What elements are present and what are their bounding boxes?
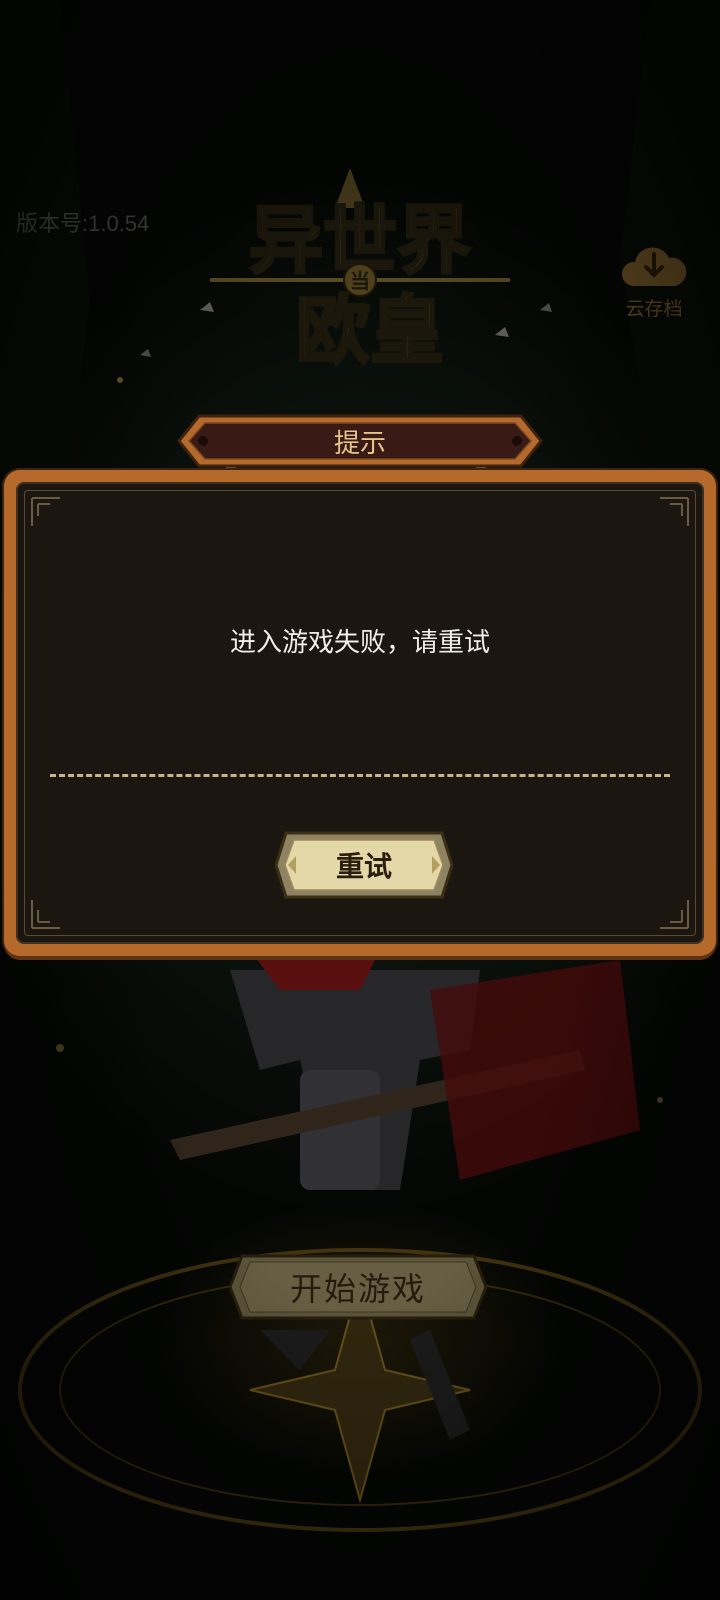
dialog-body: 进入游戏失败，请重试 重试 xyxy=(16,482,704,944)
logo-line2: 欧皇 xyxy=(296,288,444,374)
start-button-label: 开始游戏 xyxy=(289,1270,426,1308)
dialog-title-plate: 提示 xyxy=(175,412,545,470)
alert-dialog: 进入游戏失败，请重试 重试 xyxy=(4,470,716,956)
corner-ornament-bottom-right xyxy=(650,890,690,930)
cloud-download-icon xyxy=(621,247,687,286)
corner-ornament-top-left xyxy=(30,496,70,536)
cloud-save-button[interactable]: 云存档 xyxy=(612,240,696,320)
start-game-button[interactable]: 开始游戏 xyxy=(228,1252,488,1322)
game-logo: 异世界 当 欧皇 xyxy=(200,168,520,378)
retry-button[interactable]: 重试 xyxy=(274,830,454,900)
version-label: 版本号:1.0.54 xyxy=(16,211,150,236)
game-background: 版本号:1.0.54 异世界 当 欧皇 云存档 开始游戏 进入游戏失败，请重试 … xyxy=(0,0,720,1600)
dialog-message: 进入游戏失败，请重试 xyxy=(229,628,490,658)
retry-button-label: 重试 xyxy=(335,850,392,883)
cloud-save-label: 云存档 xyxy=(625,298,683,320)
dialog-title: 提示 xyxy=(333,428,386,459)
corner-ornament-bottom-left xyxy=(30,890,70,930)
corner-ornament-top-right xyxy=(650,496,690,536)
dialog-divider xyxy=(50,774,670,777)
